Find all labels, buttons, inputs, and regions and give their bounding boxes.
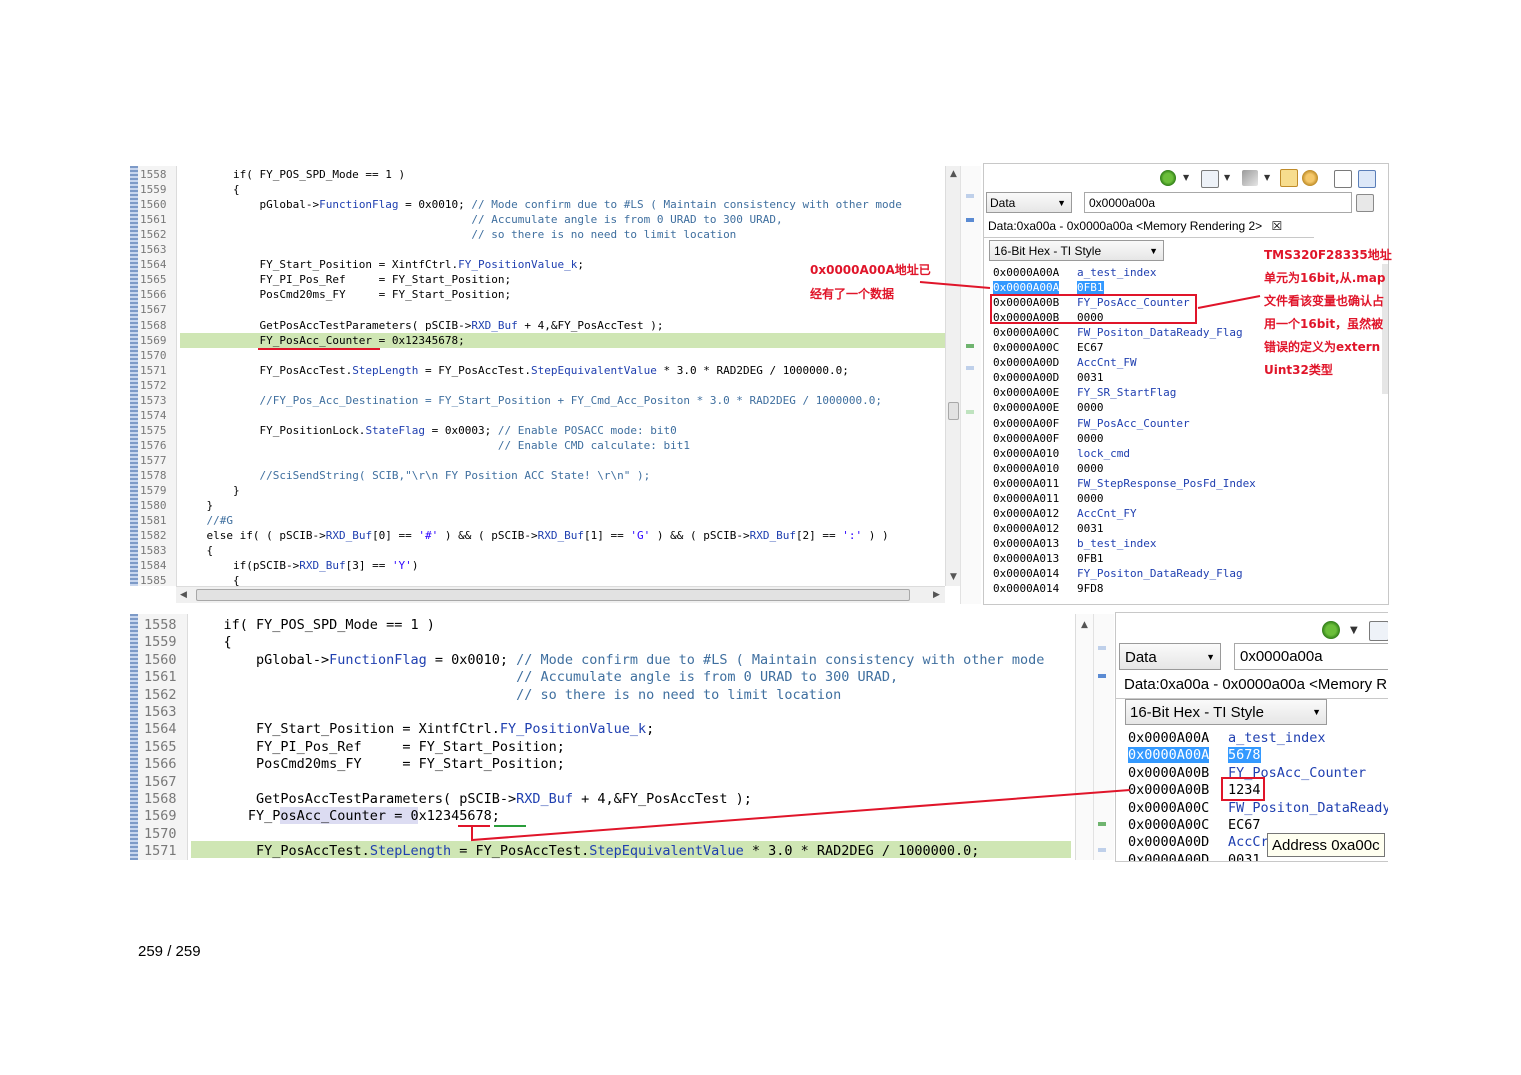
page-number: 259 / 259 <box>138 943 201 960</box>
pointer-bottom-value <box>471 789 1131 842</box>
pointer-right-annotation <box>1197 295 1261 309</box>
annotation-lines <box>258 281 1261 842</box>
pointer-left-annotation <box>919 281 991 289</box>
